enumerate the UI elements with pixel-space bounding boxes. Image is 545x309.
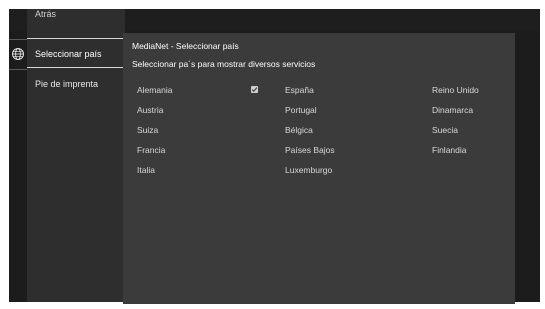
country-option-finlandia[interactable]: Finlandia (432, 145, 467, 155)
sidebar: Atrás Seleccionar país Pie de imprenta (27, 9, 125, 302)
page-title: MediaNet - Seleccionar país (132, 41, 239, 51)
page-subtitle: Seleccionar pa´s para mostrar diversos s… (132, 59, 316, 69)
country-option-italia[interactable]: Italia (137, 165, 155, 175)
country-option-suiza[interactable]: Suiza (137, 125, 158, 135)
country-option-dinamarca[interactable]: Dinamarca (432, 105, 473, 115)
country-option-espana[interactable]: España (285, 85, 314, 95)
back-button[interactable]: Atrás (27, 0, 125, 29)
country-option-austria[interactable]: Austria (137, 105, 163, 115)
country-option-luxemburgo[interactable]: Luxemburgo (285, 165, 332, 175)
checkbox-checked-icon (251, 86, 258, 93)
country-option-suecia[interactable]: Suecia (432, 125, 458, 135)
globe-icon (11, 47, 25, 61)
country-option-francia[interactable]: Francia (137, 145, 165, 155)
country-option-portugal[interactable]: Portugal (285, 105, 317, 115)
country-option-alemania[interactable]: Alemania (137, 85, 172, 95)
divider (9, 39, 27, 40)
sidebar-item-imprint[interactable]: Pie de imprenta (27, 69, 125, 99)
country-option-belgica[interactable]: Bélgica (285, 125, 313, 135)
tv-screen: Atrás Seleccionar país Pie de imprenta M… (9, 9, 540, 304)
sidebar-item-select-country[interactable]: Seleccionar país (27, 38, 125, 68)
country-option-reino-unido[interactable]: Reino Unido (432, 85, 479, 95)
country-option-paises-bajos[interactable]: Países Bajos (285, 145, 335, 155)
divider (9, 69, 27, 70)
country-select-panel: MediaNet - Seleccionar país Seleccionar … (123, 33, 515, 304)
